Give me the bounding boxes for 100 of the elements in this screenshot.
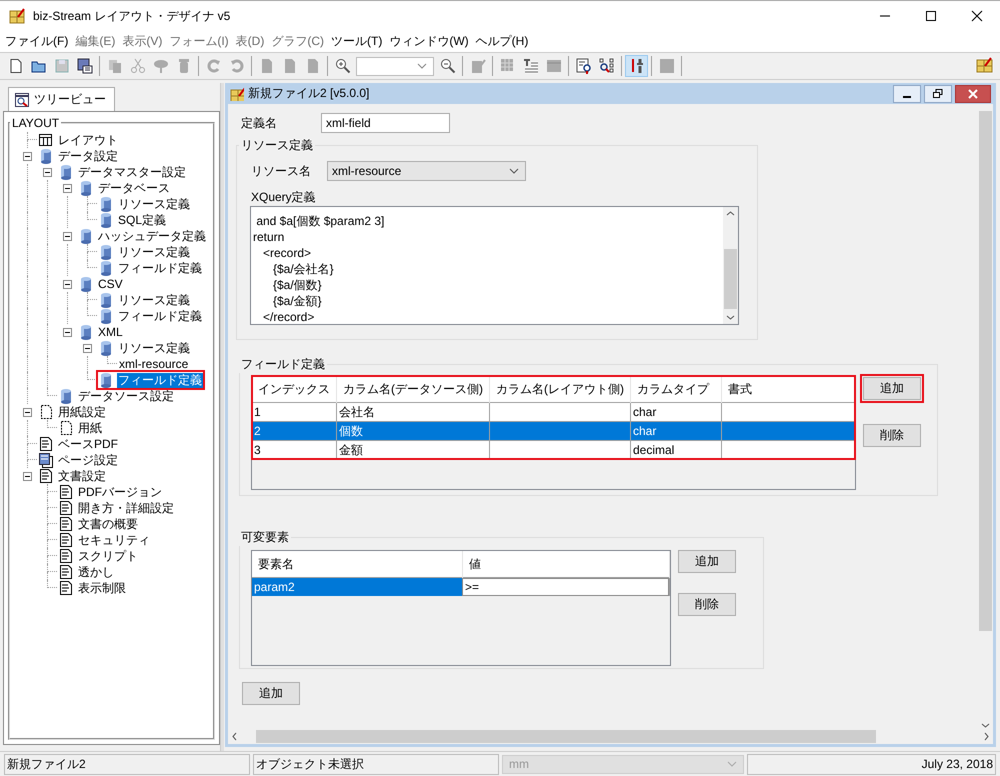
tree-item[interactable]: 表示制限: [77, 580, 127, 596]
delete-button[interactable]: 削除: [862, 424, 921, 447]
zoom-out-icon[interactable]: [440, 58, 456, 74]
tree-item[interactable]: リソース定義: [117, 340, 191, 356]
tree-item[interactable]: 文書設定: [57, 468, 107, 484]
column-header[interactable]: カラム名(データソース側): [336, 376, 490, 402]
tree-item[interactable]: ページ設定: [57, 452, 119, 468]
tree-item[interactable]: PDFバージョン: [77, 484, 163, 500]
collapse-icon[interactable]: [63, 232, 72, 240]
column-header[interactable]: インデックス: [252, 376, 336, 402]
tree-item[interactable]: XML: [97, 324, 124, 340]
tree-item[interactable]: xml-resource: [118, 356, 190, 372]
code-line: {$a/金額}: [272, 293, 323, 309]
scroll-up-icon[interactable]: [726, 211, 735, 216]
close-button[interactable]: [955, 84, 991, 102]
tree-item[interactable]: データソース設定: [77, 388, 175, 404]
collapse-icon[interactable]: [83, 344, 92, 352]
scroll-down-icon[interactable]: [726, 315, 735, 320]
new-file-icon[interactable]: [8, 58, 24, 74]
collapse-icon[interactable]: [43, 168, 52, 176]
tree-item[interactable]: 用紙: [77, 420, 103, 436]
tree-item[interactable]: データ設定: [57, 148, 119, 164]
tree-item[interactable]: ベースPDF: [57, 436, 119, 452]
document-icon: [38, 436, 54, 452]
tree-item[interactable]: フィールド定義: [117, 260, 203, 276]
tree-item[interactable]: リソース定義: [117, 292, 191, 308]
tree-item[interactable]: データベース: [97, 180, 171, 196]
text-lines-icon[interactable]: [522, 58, 538, 74]
menu-item[interactable]: ウィンドウ(W): [386, 33, 472, 50]
delete-button[interactable]: 削除: [678, 593, 736, 616]
resource-select[interactable]: xml-resource: [326, 161, 526, 181]
column-header[interactable]: 書式: [721, 376, 854, 402]
menu-item[interactable]: ツール(T): [328, 33, 386, 50]
column-header[interactable]: カラムタイプ: [630, 376, 722, 402]
tree-view-tab[interactable]: ツリービュー: [8, 87, 115, 111]
pages-icon: [38, 452, 54, 468]
tree-item[interactable]: セキュリティ: [77, 532, 151, 548]
tree-item[interactable]: SQL定義: [117, 212, 168, 228]
scroll-thumb[interactable]: [256, 730, 876, 742]
add-button[interactable]: 追加: [678, 550, 736, 573]
table-cell: param2: [252, 578, 462, 596]
restore-button[interactable]: [924, 84, 952, 102]
tree-item[interactable]: データマスター設定: [77, 164, 187, 180]
code-line: return: [252, 229, 286, 245]
tree-item[interactable]: CSV: [97, 276, 124, 292]
database-icon: [98, 372, 114, 388]
tree-item[interactable]: 透かし: [77, 564, 115, 580]
definition-name-field[interactable]: xml-field: [320, 113, 450, 133]
tree-item[interactable]: スクリプト: [77, 548, 139, 564]
database-icon: [98, 308, 114, 324]
xquery-editor[interactable]: and $a[個数 $param2 3] return <record> {$a/会社名} {$a/個数} {$a/金額} </record>: [250, 206, 739, 325]
tree-item[interactable]: リソース定義: [117, 244, 191, 260]
tree-search-icon[interactable]: [598, 58, 614, 74]
zoom-in-icon[interactable]: [334, 58, 350, 74]
database-icon: [98, 292, 114, 308]
vertical-scrollbar[interactable]: [722, 207, 738, 324]
add-button[interactable]: 追加: [242, 682, 300, 705]
table-icon: [38, 132, 54, 148]
app-icon[interactable]: [976, 57, 994, 75]
status-date: July 23, 2018: [747, 754, 996, 774]
tree-item[interactable]: レイアウト: [57, 132, 119, 148]
field-label: リソース名: [250, 162, 312, 180]
preview-icon[interactable]: [576, 58, 592, 74]
database-icon: [98, 212, 114, 228]
page-icon: [58, 420, 74, 436]
tree-item[interactable]: ハッシュデータ定義: [97, 228, 207, 244]
tree-item[interactable]: フィールド定義: [117, 308, 203, 324]
menu-item[interactable]: ヘルプ(H): [472, 33, 532, 50]
close-icon[interactable]: [971, 10, 983, 22]
add-button[interactable]: 追加: [862, 377, 921, 400]
menu-item[interactable]: ファイル(F): [2, 33, 72, 50]
save-as-icon[interactable]: [76, 58, 92, 74]
group-title: 可変要素: [240, 529, 290, 546]
collapse-icon[interactable]: [63, 184, 72, 192]
collapse-icon[interactable]: [63, 328, 72, 336]
code-line: {$a/会社名}: [272, 261, 335, 277]
maximize-icon[interactable]: [925, 10, 937, 22]
table-cell: 個数: [336, 422, 490, 440]
tree-item[interactable]: 文書の概要: [77, 516, 139, 532]
tree-item[interactable]: 開き方・詳細設定: [77, 500, 175, 516]
table-cell: 2: [252, 422, 336, 440]
restore-icon[interactable]: [933, 88, 943, 98]
toggle-button[interactable]: [625, 55, 648, 77]
column-header[interactable]: カラム名(レイアウト側): [489, 376, 630, 402]
tree-item[interactable]: 用紙設定: [57, 404, 107, 420]
database-icon: [78, 324, 94, 340]
collapse-icon[interactable]: [23, 152, 32, 160]
tree-item[interactable]: フィールド定義: [117, 372, 203, 388]
scroll-left-icon[interactable]: [232, 732, 237, 740]
collapse-icon[interactable]: [23, 472, 32, 480]
collapse-icon[interactable]: [63, 280, 72, 288]
cell-editor[interactable]: >=: [462, 578, 670, 596]
scroll-thumb[interactable]: [724, 249, 737, 309]
scroll-right-icon[interactable]: [984, 732, 989, 740]
table-cell: 金額: [336, 440, 490, 459]
tree-item[interactable]: リソース定義: [117, 196, 191, 212]
scroll-down-icon[interactable]: [980, 723, 990, 728]
minimize-button[interactable]: [893, 84, 921, 102]
collapse-icon[interactable]: [23, 408, 32, 416]
scroll-thumb[interactable]: [978, 111, 992, 631]
